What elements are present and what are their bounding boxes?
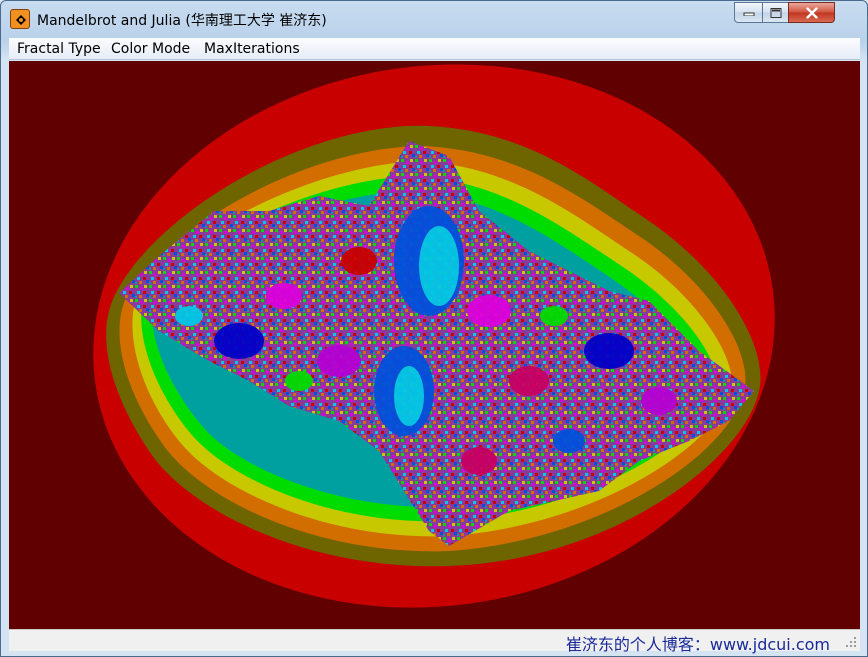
- maximize-button[interactable]: [762, 2, 789, 23]
- app-window: Mandelbrot and Julia (华南理工大学 崔济东) Fracta…: [0, 0, 868, 657]
- status-bar: 崔济东的个人博客：www.jdcui.com: [9, 629, 860, 654]
- title-bar[interactable]: Mandelbrot and Julia (华南理工大学 崔济东): [1, 1, 867, 35]
- fractal-canvas[interactable]: [9, 61, 860, 629]
- minimize-button[interactable]: [734, 2, 763, 23]
- julia-set-image: [93, 64, 775, 608]
- close-button[interactable]: [788, 2, 835, 23]
- close-icon: [805, 7, 818, 18]
- app-icon[interactable]: [10, 9, 30, 29]
- menu-max-iterations[interactable]: MaxIterations: [204, 41, 300, 57]
- status-text: 崔济东的个人博客：www.jdcui.com: [565, 635, 830, 654]
- menu-fractal-type[interactable]: Fractal Type: [17, 41, 101, 57]
- minimize-icon: [743, 12, 754, 16]
- maximize-icon: [770, 7, 781, 18]
- menu-bar: Fractal Type Color Mode MaxIterations: [9, 38, 860, 60]
- window-title: Mandelbrot and Julia (华南理工大学 崔济东): [37, 13, 327, 29]
- resize-grip-icon[interactable]: [845, 636, 857, 648]
- menu-color-mode[interactable]: Color Mode: [111, 41, 190, 57]
